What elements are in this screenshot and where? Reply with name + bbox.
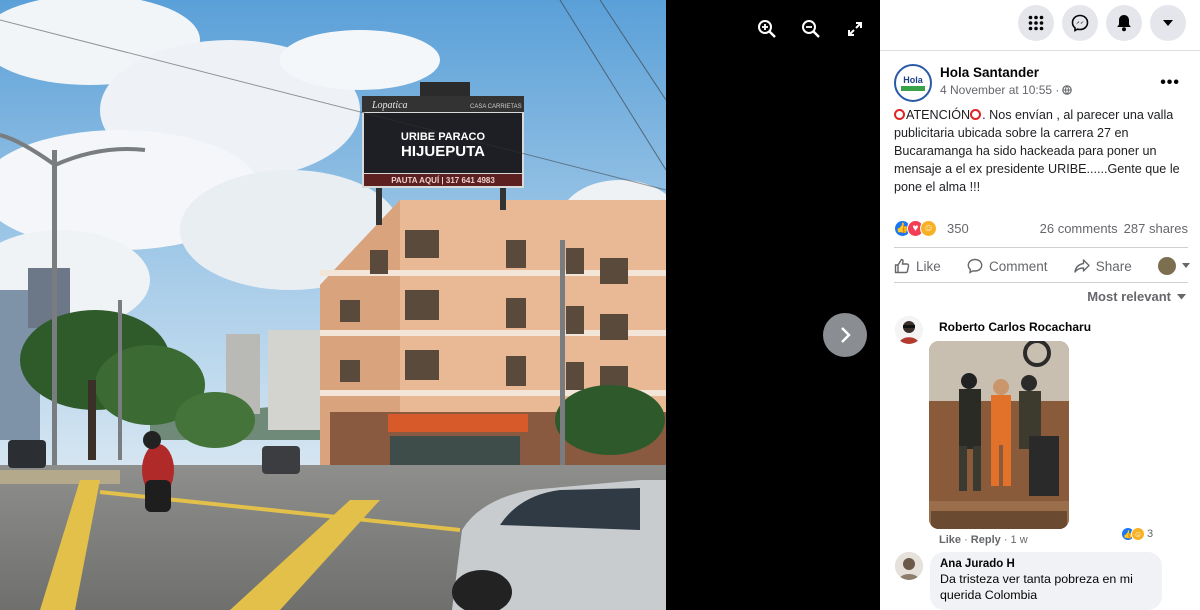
haha-reaction-icon: ☺ [920, 220, 937, 237]
top-navigation [1018, 5, 1186, 41]
caret-down-icon [1177, 293, 1186, 299]
comment-like-link[interactable]: Like [939, 534, 961, 546]
billboard-line1: URIBE PARACO [401, 131, 486, 143]
commenter-avatar[interactable] [895, 552, 923, 580]
page-avatar[interactable]: Hola [894, 64, 932, 102]
divider [894, 247, 1188, 248]
post-text-part1: ATENCIÓN [906, 108, 971, 122]
shares-count[interactable]: 287 shares [1124, 221, 1188, 236]
comment-text: Da tristeza ver tanta pobreza en mi quer… [940, 572, 1133, 602]
comment-author[interactable]: Roberto Carlos Rocacharu [939, 320, 1091, 334]
share-label: Share [1095, 258, 1132, 274]
next-photo-button[interactable] [823, 313, 867, 357]
notifications-bell-icon[interactable] [1106, 5, 1142, 41]
account-caret-icon[interactable] [1150, 5, 1186, 41]
commenter-avatar[interactable] [895, 316, 923, 344]
comments-count[interactable]: 26 comments [1040, 221, 1118, 236]
zoom-in-icon[interactable] [752, 14, 782, 44]
post-photo: Lopatica CASA CARRIETAS URIBE PARACO HIJ… [0, 0, 666, 610]
post-header: Hola Hola Santander 4 November at 10:55 … [894, 64, 1194, 102]
post-panel: Hola Hola Santander 4 November at 10:55 … [880, 0, 1200, 610]
avatar [1157, 257, 1176, 275]
comment-sort-dropdown[interactable]: Most relevant [1087, 289, 1186, 304]
comment-bubble-icon [967, 258, 983, 274]
photo-viewer: Lopatica CASA CARRIETAS URIBE PARACO HIJ… [0, 0, 880, 610]
share-arrow-icon [1074, 259, 1090, 273]
billboard-header-right: CASA CARRIETAS [470, 104, 522, 110]
post-stats: 26 comments 287 shares [1040, 221, 1188, 236]
zoom-out-icon[interactable] [796, 14, 826, 44]
billboard-footer: PAUTA AQUÍ | 317 641 4983 [391, 176, 495, 185]
comment-label: Comment [988, 258, 1048, 274]
divider [894, 282, 1188, 283]
post-time-text: 4 November at 10:55 · [940, 83, 1060, 97]
comment-meta: Like · Reply · 1 w [939, 534, 1028, 546]
comment-button[interactable]: Comment [967, 254, 1048, 278]
globe-icon [1062, 85, 1073, 95]
share-button[interactable]: Share [1074, 254, 1132, 278]
viewer-toolbar [752, 14, 870, 44]
react-as-selector[interactable] [1157, 254, 1190, 278]
reaction-icons[interactable]: 👍 ♥ ☺ [894, 220, 937, 237]
billboard-line2: HIJUEPUTA [401, 143, 485, 160]
red-circle-icon [894, 109, 905, 120]
fullscreen-icon[interactable] [840, 14, 870, 44]
comment-reaction-count: 3 [1147, 528, 1154, 540]
caret-down-icon [1181, 263, 1190, 268]
haha-reaction-icon: ☺ [1131, 527, 1145, 541]
comment-reactions[interactable]: 👍 ☺ 3 [1121, 527, 1153, 541]
like-button[interactable]: Like [894, 254, 941, 278]
avatar-bar [901, 85, 925, 91]
post-text: ATENCIÓN. Nos envían , al parecer una va… [894, 106, 1190, 196]
like-label: Like [916, 258, 941, 274]
avatar-text: Hola [903, 74, 923, 85]
post-actions: Like Comment Share [894, 254, 1190, 278]
comment-image[interactable] [929, 341, 1069, 529]
red-circle-icon [970, 109, 982, 120]
reaction-count[interactable]: 350 [947, 221, 969, 236]
thumbs-up-icon [894, 258, 910, 274]
sort-label: Most relevant [1087, 289, 1171, 304]
chevron-right-icon [841, 327, 851, 343]
messenger-icon[interactable] [1062, 5, 1098, 41]
billboard-brand: Lopatica [371, 100, 408, 111]
post-timestamp[interactable]: 4 November at 10:55 · [940, 83, 1073, 97]
comment-author[interactable]: Ana Jurado H [940, 558, 1152, 570]
page-name[interactable]: Hola Santander [940, 65, 1072, 80]
reactions-summary: 👍 ♥ ☺ 350 26 comments 287 shares [894, 220, 1188, 237]
comment-reply-link[interactable]: Reply [971, 534, 1001, 546]
comment-bubble: Ana Jurado H Da tristeza ver tanta pobre… [930, 552, 1162, 610]
more-options-icon[interactable]: ••• [1160, 74, 1180, 92]
comment-age[interactable]: 1 w [1011, 534, 1028, 546]
menu-grid-icon[interactable] [1018, 5, 1054, 41]
topbar-divider [880, 50, 1200, 51]
